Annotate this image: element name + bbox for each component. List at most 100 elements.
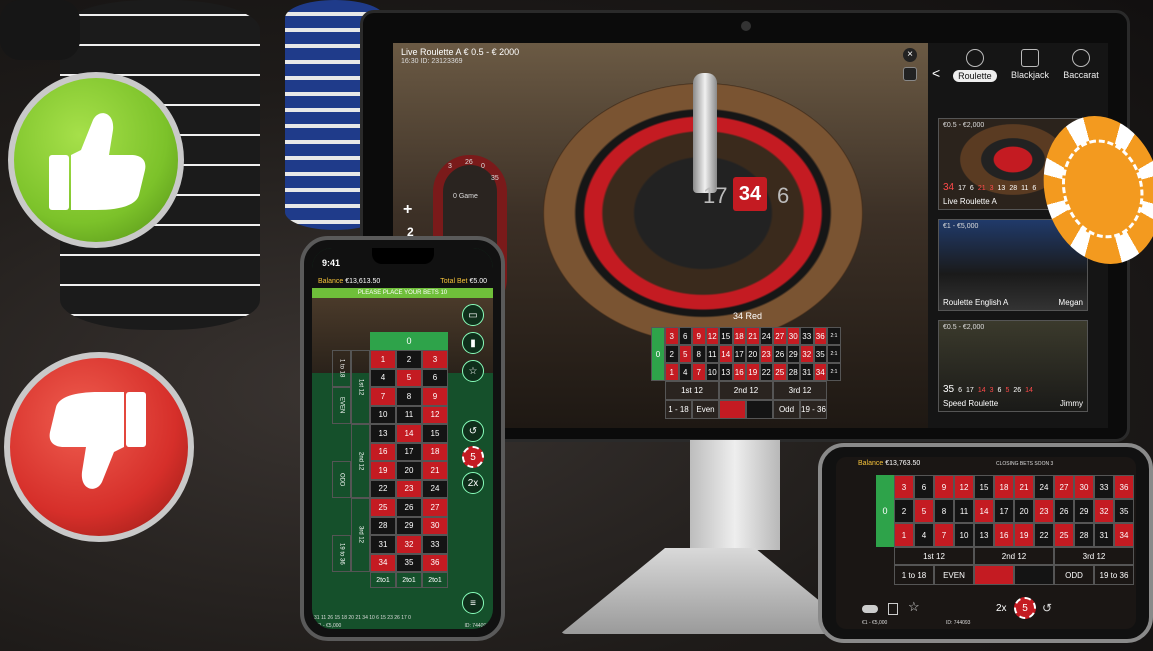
lobby-card-speed-roulette[interactable]: €0.5 - €2,000 35 6 17 14 3 6 5 26 14 Speed Roule… (938, 320, 1088, 412)
landscape-number-cell[interactable]: 2 (894, 499, 914, 523)
board-number[interactable]: 32 (800, 345, 814, 363)
phone-number-cell[interactable]: 29 (396, 516, 422, 535)
board-dozen-bet[interactable]: 2nd 12 (719, 381, 773, 400)
phone-number-cell[interactable]: 34 (370, 553, 396, 572)
board-number[interactable]: 36 (813, 327, 827, 345)
landscape-number-cell[interactable]: 21 (1014, 475, 1034, 499)
landscape-number-cell[interactable]: 11 (954, 499, 974, 523)
landscape-number-cell[interactable]: 1 (894, 523, 914, 547)
favorite-icon[interactable]: ☆ (462, 360, 484, 382)
board-number[interactable]: 31 (800, 363, 814, 381)
window-icon[interactable] (903, 67, 917, 81)
landscape-number-cell[interactable]: 13 (974, 523, 994, 547)
landscape-number-cell[interactable]: 24 (1034, 475, 1054, 499)
board-number[interactable]: 19 (746, 363, 760, 381)
phone-number-cell[interactable]: 12 (422, 405, 448, 424)
phone-number-cell[interactable]: 26 (396, 498, 422, 517)
phone-number-cell[interactable]: 17 (396, 442, 422, 461)
landscape-stats-icon[interactable] (888, 603, 898, 615)
add-chip-icon[interactable]: + (403, 201, 412, 219)
board-number[interactable]: 18 (732, 327, 746, 345)
phone-number-cell[interactable]: 21 (422, 461, 448, 480)
phone-number-cell[interactable]: 18 (422, 442, 448, 461)
landscape-number-cell[interactable]: 6 (914, 475, 934, 499)
phone-number-cell[interactable]: 25 (370, 498, 396, 517)
tab-blackjack[interactable]: Blackjack (1011, 49, 1049, 82)
phone-number-cell[interactable]: 32 (396, 535, 422, 554)
landscape-number-cell[interactable]: 31 (1094, 523, 1114, 547)
close-icon[interactable]: × (903, 48, 917, 62)
phone-number-cell[interactable]: 16 (370, 442, 396, 461)
board-number[interactable]: 35 (813, 345, 827, 363)
board-number[interactable]: 20 (746, 345, 760, 363)
phone-number-cell[interactable]: 8 (396, 387, 422, 406)
landscape-dozen-bet[interactable]: 3rd 12 (1054, 547, 1134, 565)
landscape-number-cell[interactable]: 32 (1094, 499, 1114, 523)
chip-selector[interactable]: 5 (462, 446, 484, 468)
board-column-bet[interactable]: 2:1 (827, 363, 841, 381)
phone-number-cell[interactable]: 31 (370, 535, 396, 554)
board-number[interactable]: 12 (705, 327, 719, 345)
phone-number-cell[interactable]: 27 (422, 498, 448, 517)
landscape-number-cell[interactable]: 18 (994, 475, 1014, 499)
phone-column-bet[interactable]: 2to1 (396, 572, 422, 588)
phone-number-cell[interactable]: 15 (422, 424, 448, 443)
landscape-number-cell[interactable]: 35 (1114, 499, 1134, 523)
board-number[interactable]: 33 (800, 327, 814, 345)
board-number[interactable]: 26 (773, 345, 787, 363)
landscape-favorite-icon[interactable]: ☆ (908, 599, 920, 615)
phone-number-cell[interactable]: 3 (422, 350, 448, 369)
board-number[interactable]: 22 (759, 363, 773, 381)
phone-number-cell[interactable]: 9 (422, 387, 448, 406)
board-number[interactable]: 6 (678, 327, 692, 345)
board-number[interactable]: 2 (665, 345, 679, 363)
phone-number-cell[interactable]: 6 (422, 368, 448, 387)
menu-icon[interactable]: ≡ (462, 592, 484, 614)
board-number[interactable]: 8 (692, 345, 706, 363)
landscape-double-button[interactable]: 2x (996, 603, 1007, 614)
phone-number-cell[interactable]: 1 (370, 350, 396, 369)
board-number[interactable]: 14 (719, 345, 733, 363)
tab-baccarat[interactable]: Baccarat (1063, 49, 1099, 82)
phone-number-cell[interactable]: 24 (422, 479, 448, 498)
board-number[interactable]: 16 (732, 363, 746, 381)
phone-number-cell[interactable]: 28 (370, 516, 396, 535)
board-number[interactable]: 30 (786, 327, 800, 345)
tab-roulette[interactable]: Roulette (953, 49, 997, 82)
racetrack-icon[interactable]: ▭ (462, 304, 484, 326)
board-number[interactable]: 27 (773, 327, 787, 345)
landscape-number-cell[interactable]: 34 (1114, 523, 1134, 547)
landscape-dozen-bet[interactable]: 2nd 12 (974, 547, 1054, 565)
landscape-number-cell[interactable]: 22 (1034, 523, 1054, 547)
board-outside-bet[interactable]: 19 - 36 (800, 400, 827, 419)
board-number[interactable]: 28 (786, 363, 800, 381)
landscape-number-cell[interactable]: 12 (954, 475, 974, 499)
board-number[interactable]: 25 (773, 363, 787, 381)
undo-icon[interactable]: ↺ (462, 420, 484, 442)
board-number[interactable]: 9 (692, 327, 706, 345)
phone-number-cell[interactable]: 23 (396, 479, 422, 498)
phone-number-cell[interactable]: 14 (396, 424, 422, 443)
board-number[interactable]: 11 (705, 345, 719, 363)
phone-number-cell[interactable]: 7 (370, 387, 396, 406)
board-number[interactable]: 23 (759, 345, 773, 363)
phone-number-cell[interactable]: 22 (370, 479, 396, 498)
phone-outside-bet[interactable]: 3rd 12 (351, 498, 370, 572)
phone-zero[interactable]: 0 (370, 332, 448, 350)
landscape-outside-bet[interactable]: EVEN (934, 565, 974, 585)
landscape-number-cell[interactable]: 16 (994, 523, 1014, 547)
board-column-bet[interactable]: 2:1 (827, 327, 841, 345)
board-dozen-bet[interactable]: 1st 12 (665, 381, 719, 400)
board-outside-bet[interactable]: 1 - 18 (665, 400, 692, 419)
landscape-outside-bet[interactable]: 1 to 18 (894, 565, 934, 585)
landscape-number-cell[interactable]: 19 (1014, 523, 1034, 547)
landscape-number-cell[interactable]: 3 (894, 475, 914, 499)
phone-column-bet[interactable]: 2to1 (370, 572, 396, 588)
board-number[interactable]: 24 (759, 327, 773, 345)
board-number[interactable]: 34 (813, 363, 827, 381)
landscape-number-cell[interactable]: 15 (974, 475, 994, 499)
phone-number-cell[interactable]: 33 (422, 535, 448, 554)
landscape-number-cell[interactable]: 30 (1074, 475, 1094, 499)
board-number[interactable]: 15 (719, 327, 733, 345)
phone-number-cell[interactable]: 35 (396, 553, 422, 572)
